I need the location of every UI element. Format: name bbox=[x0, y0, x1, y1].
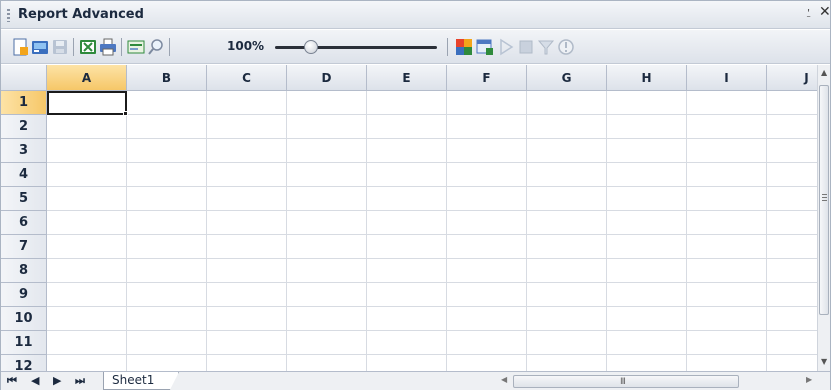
column-header-f[interactable]: F bbox=[447, 65, 527, 91]
export-excel-icon[interactable] bbox=[79, 38, 97, 56]
fill-handle[interactable] bbox=[123, 111, 128, 116]
sheet-tab-sheet1[interactable]: Sheet1 bbox=[103, 372, 179, 390]
last-sheet-icon[interactable]: ⏭ bbox=[75, 374, 85, 388]
print-icon[interactable] bbox=[99, 38, 117, 56]
column-header-g[interactable]: G bbox=[527, 65, 607, 91]
row-header-8[interactable]: 8 bbox=[1, 259, 47, 283]
close-icon[interactable]: ✕ bbox=[819, 4, 831, 20]
panel-title: Report Advanced bbox=[18, 7, 144, 22]
spreadsheet-grid[interactable]: A B C D E F G H I J 1 2 3 4 5 6 7 8 9 10 11 12 bbox=[1, 65, 817, 371]
column-header-h[interactable]: H bbox=[607, 65, 687, 91]
cell-grid[interactable] bbox=[47, 91, 817, 371]
toolbar: 100% bbox=[1, 30, 830, 64]
info-icon[interactable] bbox=[557, 38, 575, 56]
column-header-c[interactable]: C bbox=[207, 65, 287, 91]
first-sheet-icon[interactable]: ⏮ bbox=[7, 374, 17, 388]
row-header-12[interactable]: 12 bbox=[1, 355, 47, 371]
column-header-a[interactable]: A bbox=[47, 65, 127, 91]
toolbar-separator bbox=[73, 38, 74, 56]
select-all-corner[interactable] bbox=[1, 65, 47, 91]
scroll-grip-icon: III bbox=[620, 377, 626, 387]
row-header-9[interactable]: 9 bbox=[1, 283, 47, 307]
column-header-b[interactable]: B bbox=[127, 65, 207, 91]
sheet-bar: ⏮ ◀ ▶ ⏭ Sheet1 ◀ III ▶ bbox=[1, 371, 830, 390]
active-cell[interactable] bbox=[47, 91, 127, 115]
row-header-10[interactable]: 10 bbox=[1, 307, 47, 331]
toolbar-separator bbox=[447, 38, 448, 56]
row-header-7[interactable]: 7 bbox=[1, 235, 47, 259]
title-bar[interactable]: Report Advanced ⍘ ✕ bbox=[1, 1, 831, 29]
run-icon[interactable] bbox=[497, 38, 515, 56]
row-header-5[interactable]: 5 bbox=[1, 187, 47, 211]
row-header-6[interactable]: 6 bbox=[1, 211, 47, 235]
save-icon[interactable] bbox=[51, 38, 69, 56]
horizontal-scroll-thumb[interactable]: III bbox=[513, 375, 739, 388]
prev-sheet-icon[interactable]: ◀ bbox=[31, 374, 39, 387]
open-icon[interactable] bbox=[31, 38, 49, 56]
vertical-scroll-thumb[interactable] bbox=[819, 85, 829, 315]
row-header-3[interactable]: 3 bbox=[1, 139, 47, 163]
column-header-i[interactable]: I bbox=[687, 65, 767, 91]
column-header-d[interactable]: D bbox=[287, 65, 367, 91]
scroll-right-icon[interactable]: ▶ bbox=[806, 375, 812, 384]
filter-icon[interactable] bbox=[537, 38, 555, 56]
zoom-level: 100% bbox=[227, 39, 265, 53]
insert-table-icon[interactable] bbox=[476, 38, 494, 56]
stop-icon[interactable] bbox=[517, 38, 535, 56]
new-report-icon[interactable] bbox=[11, 38, 29, 56]
design-view-icon[interactable] bbox=[127, 38, 145, 56]
scroll-left-icon[interactable]: ◀ bbox=[501, 375, 507, 384]
scroll-grip-icon bbox=[822, 194, 827, 201]
column-header-e[interactable]: E bbox=[367, 65, 447, 91]
report-advanced-panel: Report Advanced ⍘ ✕ 100% A B C D E F G H… bbox=[0, 0, 831, 390]
zoom-slider-thumb[interactable] bbox=[303, 40, 318, 54]
row-header-4[interactable]: 4 bbox=[1, 163, 47, 187]
drag-grip-icon[interactable] bbox=[7, 9, 10, 22]
zoom-slider-track[interactable] bbox=[275, 46, 437, 49]
zoom-icon[interactable] bbox=[147, 38, 165, 56]
vertical-scrollbar[interactable]: ▲ ▼ bbox=[817, 65, 830, 371]
pin-icon[interactable]: ⍘ bbox=[805, 6, 812, 21]
column-header-j[interactable]: J bbox=[767, 65, 817, 91]
toolbar-separator bbox=[121, 38, 122, 56]
scroll-up-icon[interactable]: ▲ bbox=[821, 68, 827, 77]
row-header-2[interactable]: 2 bbox=[1, 115, 47, 139]
row-header-11[interactable]: 11 bbox=[1, 331, 47, 355]
toolbar-separator bbox=[169, 38, 170, 56]
scroll-down-icon[interactable]: ▼ bbox=[821, 357, 827, 366]
color-palette-icon[interactable] bbox=[455, 38, 473, 56]
next-sheet-icon[interactable]: ▶ bbox=[53, 374, 61, 387]
row-header-1[interactable]: 1 bbox=[1, 91, 47, 115]
